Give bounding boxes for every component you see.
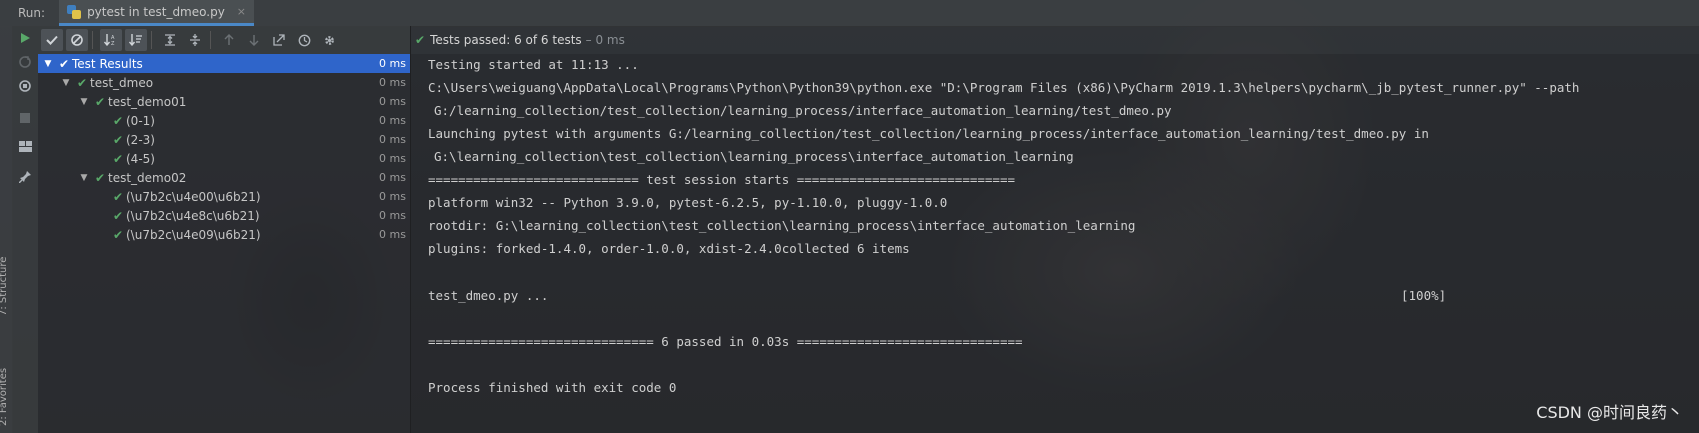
check-icon: ✔ <box>94 94 106 109</box>
check-icon: ✔ <box>94 170 106 185</box>
watermark: CSDN @时间良药丶 <box>1536 403 1683 422</box>
console-line: rootdir: G:\learning_collection\test_col… <box>428 218 1136 233</box>
chevron-down-icon[interactable]: ▼ <box>60 78 72 88</box>
check-icon: ✔ <box>112 227 124 242</box>
toolbar-separator <box>210 31 211 49</box>
check-icon: ✔ <box>112 151 124 166</box>
tree-row-label: (\u7b2c\u4e00\u6b21) <box>126 189 261 204</box>
favorites-tool-label[interactable]: 2: Favorites <box>0 368 9 426</box>
tree-row-case[interactable]: ✔ (2-3) 0 ms <box>38 130 410 149</box>
tree-row-time: 0 ms <box>379 228 406 241</box>
tree-row-time: 0 ms <box>379 95 406 108</box>
gear-icon[interactable] <box>318 29 340 51</box>
console-line: plugins: forked-1.4.0, order-1.0.0, xdis… <box>428 241 910 256</box>
test-tree-toolbar: AZ <box>38 26 410 54</box>
console-output[interactable]: Testing started at 11:13 ... C:\Users\we… <box>411 54 1699 433</box>
check-icon: ✔ <box>112 113 124 128</box>
layout-icon[interactable] <box>17 138 33 154</box>
tree-row-label: (\u7b2c\u4e8c\u6b21) <box>126 208 260 223</box>
tree-row-time: 0 ms <box>379 133 406 146</box>
tree-row-case[interactable]: ✔ (\u7b2c\u4e00\u6b21) 0 ms <box>38 187 410 206</box>
tree-row-test-dmeo[interactable]: ▼ ✔ test_dmeo 0 ms <box>38 73 410 92</box>
console-line: C:\Users\weiguang\AppData\Local\Programs… <box>428 80 1580 95</box>
tree-row-time: 0 ms <box>379 190 406 203</box>
run-toolwindow-header: Run: pytest in test_dmeo.py × <box>0 0 1699 27</box>
tree-row-case[interactable]: ✔ (\u7b2c\u4e8c\u6b21) 0 ms <box>38 206 410 225</box>
tree-row-test-results[interactable]: ▼ ✔ Test Results 0 ms <box>38 54 410 73</box>
console-line: Launching pytest with arguments G:/learn… <box>428 126 1429 141</box>
history-icon[interactable] <box>293 29 315 51</box>
check-icon: ✔ <box>76 75 88 90</box>
tree-row-label: (0-1) <box>126 113 155 128</box>
tree-row-label: (2-3) <box>126 132 155 147</box>
tab-title: pytest in test_dmeo.py <box>87 4 225 19</box>
play-icon[interactable] <box>17 30 33 46</box>
tests-passed-text: Tests passed: 6 of 6 tests <box>430 33 582 47</box>
toggle-auto-test-icon[interactable] <box>17 78 33 94</box>
show-passed-check-icon[interactable] <box>41 29 63 51</box>
check-icon: ✔ <box>112 189 124 204</box>
tree-row-label: (4-5) <box>126 151 155 166</box>
console-progress-percent: [100%] <box>1401 288 1447 303</box>
tree-row-time: 0 ms <box>379 171 406 184</box>
tests-duration-text: – 0 ms <box>585 33 625 47</box>
tree-row-label: test_demo01 <box>108 94 187 109</box>
chevron-down-icon[interactable]: ▼ <box>42 59 54 69</box>
tree-row-time: 0 ms <box>379 114 406 127</box>
pin-icon[interactable] <box>17 168 33 184</box>
toolbar-separator <box>92 31 93 49</box>
collapse-all-icon[interactable] <box>184 29 206 51</box>
tree-row-test-demo01[interactable]: ▼ ✔ test_demo01 0 ms <box>38 92 410 111</box>
chevron-down-icon[interactable]: ▼ <box>78 97 90 107</box>
tree-row-label: Test Results <box>72 56 143 71</box>
console-line: Testing started at 11:13 ... <box>428 57 639 72</box>
tree-row-test-demo02[interactable]: ▼ ✔ test_demo02 0 ms <box>38 168 410 187</box>
console-line: G:/learning_collection/test_collection/l… <box>434 103 1172 118</box>
tree-row-time: 0 ms <box>379 209 406 222</box>
run-actions-column <box>12 26 38 433</box>
tree-row-case[interactable]: ✔ (0-1) 0 ms <box>38 111 410 130</box>
tree-row-case[interactable]: ✔ (4-5) 0 ms <box>38 149 410 168</box>
sort-duration-icon[interactable] <box>125 29 147 51</box>
console-line: Process finished with exit code 0 <box>428 380 677 395</box>
console-line: G:\learning_collection\test_collection\l… <box>434 149 1074 164</box>
tree-row-label: test_dmeo <box>90 75 154 90</box>
structure-tool-label[interactable]: 7: Structure <box>0 257 9 316</box>
tree-row-case[interactable]: ✔ (\u7b2c\u4e09\u6b21) 0 ms <box>38 225 410 244</box>
console-line: platform win32 -- Python 3.9.0, pytest-6… <box>428 195 948 210</box>
export-icon[interactable] <box>268 29 290 51</box>
tab-pytest-run[interactable]: pytest in test_dmeo.py × <box>59 0 255 26</box>
svg-text:Z: Z <box>111 41 115 46</box>
check-icon: ✔ <box>112 208 124 223</box>
check-icon: ✔ <box>415 33 426 47</box>
tree-row-time: 0 ms <box>379 152 406 165</box>
run-label: Run: <box>18 6 46 20</box>
python-icon <box>67 4 82 19</box>
sort-alpha-icon[interactable]: AZ <box>100 29 122 51</box>
check-icon: ✔ <box>112 132 124 147</box>
expand-all-icon[interactable] <box>159 29 181 51</box>
stop-icon[interactable] <box>17 110 33 126</box>
check-icon: ✔ <box>58 56 70 71</box>
test-results-tree: ▼ ✔ Test Results 0 ms ▼ ✔ test_dmeo 0 ms… <box>38 54 410 433</box>
tree-row-time: 0 ms <box>379 57 406 70</box>
console-line: test_dmeo.py ... <box>428 288 549 303</box>
tree-row-time: 0 ms <box>379 76 406 89</box>
test-status-bar: ✔ Tests passed: 6 of 6 tests – 0 ms <box>411 26 1699 54</box>
show-ignored-cancel-circle-icon[interactable] <box>66 29 88 51</box>
close-icon[interactable]: × <box>237 5 246 18</box>
toolbar-separator <box>151 31 152 49</box>
rerun-failed-icon[interactable] <box>17 54 33 70</box>
console-line: ============================ test sessio… <box>428 172 1015 187</box>
console-line: ============================== 6 passed … <box>428 334 1023 349</box>
arrow-up-icon[interactable] <box>218 29 240 51</box>
chevron-down-icon[interactable]: ▼ <box>78 173 90 183</box>
arrow-down-icon[interactable] <box>243 29 265 51</box>
tree-row-label: test_demo02 <box>108 170 187 185</box>
tree-row-label: (\u7b2c\u4e09\u6b21) <box>126 227 261 242</box>
